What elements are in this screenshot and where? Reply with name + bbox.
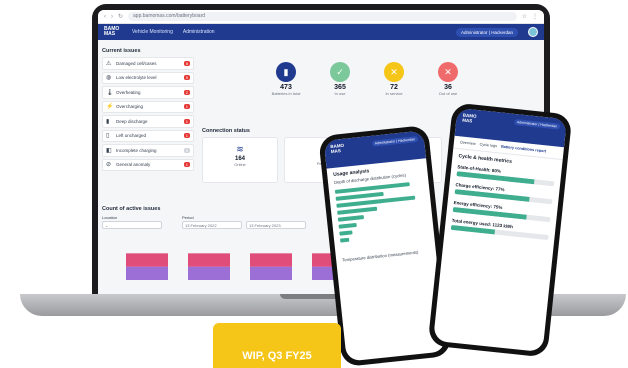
wip-banner: WIP, Q3 FY25 bbox=[213, 323, 341, 368]
chart-bar-segment[interactable] bbox=[188, 266, 230, 280]
histogram-bar bbox=[337, 215, 365, 222]
kpi-in-service[interactable]: ✕ 72 In service bbox=[376, 62, 412, 96]
current-issues-panel: Current issues ⚠ Damaged cell/cases 8 ◍ Low… bbox=[102, 46, 194, 173]
back-icon[interactable]: ‹ bbox=[104, 14, 106, 20]
wip-text: WIP, Q3 FY25 bbox=[242, 350, 312, 362]
tab-battery-report[interactable]: Battery conditions report bbox=[501, 145, 547, 154]
period-from[interactable]: 13 February 2022 bbox=[182, 221, 242, 229]
issue-item[interactable]: ⚡ Overcharging 1 bbox=[102, 100, 194, 113]
url-field[interactable]: app.bamomas.com/batteryboard bbox=[128, 12, 517, 21]
phone-battery-report: BAMO MAS Administrator | Hackerdan Overv… bbox=[427, 102, 573, 358]
current-issues-title: Current issues bbox=[102, 48, 141, 54]
check-icon: ✓ bbox=[330, 62, 350, 82]
tab-overview[interactable]: Overview bbox=[460, 140, 476, 146]
phone-logo: BAMO MAS bbox=[462, 112, 477, 124]
issue-item[interactable]: ▮ Deep discharge 1 bbox=[102, 115, 194, 128]
reload-icon[interactable]: ↻ bbox=[118, 13, 123, 20]
drop-icon: ◍ bbox=[106, 75, 112, 82]
thermometer-icon: 🌡 bbox=[106, 89, 114, 96]
warning-icon: ⚠ bbox=[106, 60, 112, 67]
battery-icon: ▮ bbox=[276, 62, 296, 82]
wrench-icon: ✕ bbox=[384, 62, 404, 82]
forward-icon[interactable]: › bbox=[111, 14, 113, 20]
histogram-bar bbox=[339, 230, 353, 236]
kpi-total[interactable]: ▮ 473 Batteries in total bbox=[268, 62, 304, 96]
browser-bar: ‹ › ↻ app.bamomas.com/batteryboard ☆ ⋮ bbox=[98, 10, 544, 24]
menu-icon[interactable]: ⋮ bbox=[532, 13, 538, 20]
phone-account[interactable]: Administrator | Hackerdan bbox=[371, 135, 419, 147]
kpi-row: ▮ 473 Batteries in total ✓ 365 In use ✕ … bbox=[268, 62, 466, 96]
histogram-bar bbox=[338, 222, 357, 229]
issue-item[interactable]: ◍ Low electrolyte level 5 bbox=[102, 71, 194, 84]
location-label: Location bbox=[102, 215, 118, 220]
battery-icon: ▮ bbox=[106, 118, 110, 125]
dod-histogram bbox=[329, 178, 435, 248]
phone-account[interactable]: Administrator | Hackerdan bbox=[513, 118, 561, 130]
wifi-icon: ≋ bbox=[236, 144, 244, 154]
location-select[interactable]: ⌄ bbox=[102, 221, 162, 229]
tab-cycle-logs[interactable]: Cycle logs bbox=[479, 142, 497, 148]
connection-card-online[interactable]: ≋ 164 Online bbox=[202, 137, 278, 183]
account-menu[interactable]: Administrator | Hackerdan bbox=[456, 27, 518, 37]
nav-administration[interactable]: Administration bbox=[183, 29, 215, 35]
issue-item[interactable]: ⊘ General anomaly 1 bbox=[102, 158, 194, 171]
issue-item[interactable]: ◧ Incomplete charging 0 bbox=[102, 144, 194, 157]
phone-logo: BAMO MAS bbox=[330, 142, 345, 155]
period-to[interactable]: 13 February 2023 bbox=[246, 221, 306, 229]
star-icon[interactable]: ☆ bbox=[522, 13, 527, 20]
chart-bar-segment[interactable] bbox=[188, 253, 230, 267]
issue-item[interactable]: ⚠ Damaged cell/cases 8 bbox=[102, 57, 194, 70]
app-logo[interactable]: BAMO MAS bbox=[104, 27, 122, 37]
half-battery-icon: ◧ bbox=[106, 147, 112, 154]
histogram-bar bbox=[339, 237, 350, 243]
kpi-in-use[interactable]: ✓ 365 In use bbox=[322, 62, 358, 96]
avatar[interactable] bbox=[528, 27, 538, 37]
nav-vehicle-monitoring[interactable]: Vehicle Monitoring bbox=[132, 29, 173, 35]
chart-bar-segment[interactable] bbox=[250, 253, 292, 267]
chart-bar-segment[interactable] bbox=[250, 266, 292, 280]
app-navbar: BAMO MAS Battery Monitoring Vehicle Moni… bbox=[98, 24, 544, 210]
kpi-out-of-use[interactable]: ✕ 36 Out of use bbox=[430, 62, 466, 96]
phone-subtitle-2: Temperature distribution (measurements) bbox=[341, 249, 419, 263]
alert-icon: ⊘ bbox=[106, 162, 112, 169]
histogram-bar bbox=[337, 206, 377, 215]
battery-low-icon: ▯ bbox=[106, 133, 110, 140]
close-icon: ✕ bbox=[438, 62, 458, 82]
chart-bar-segment[interactable] bbox=[126, 266, 168, 280]
issue-item[interactable]: ▯ Left uncharged 1 bbox=[102, 129, 194, 142]
chart-bar-segment[interactable] bbox=[126, 253, 168, 267]
plug-icon: ⚡ bbox=[106, 104, 114, 111]
issue-item[interactable]: 🌡 Overheating 2 bbox=[102, 86, 194, 99]
